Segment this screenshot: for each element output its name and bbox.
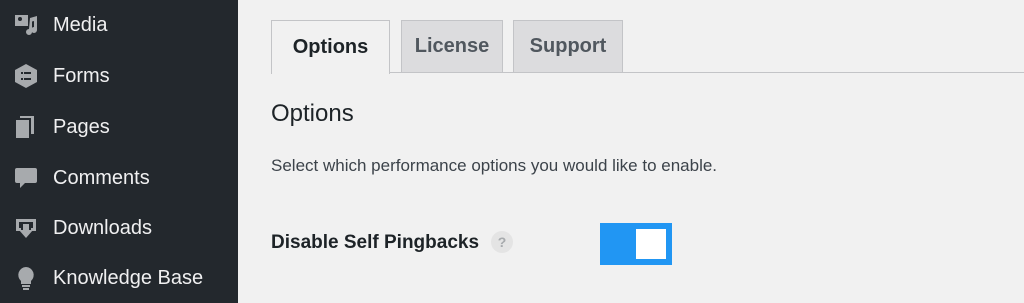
comments-icon [12,164,40,192]
help-icon[interactable]: ? [491,231,513,253]
sidebar-item-downloads[interactable]: Downloads [0,203,238,253]
downloads-icon [12,214,40,242]
sidebar-item-label: Comments [53,166,150,189]
sidebar-item-label: Pages [53,115,110,138]
sidebar-item-forms[interactable]: Forms [0,51,238,101]
section-title: Options [271,100,354,127]
tab-support[interactable]: Support [513,20,623,72]
pages-icon [12,113,40,141]
app-root: Media Forms Pages Comments Downloads Kno… [0,0,1024,303]
tab-license[interactable]: License [401,20,503,72]
option-label-disable-self-pingbacks: Disable Self Pingbacks [271,232,480,253]
sidebar-item-label: Forms [53,64,110,87]
toggle-knob [636,229,666,259]
disable-self-pingbacks-toggle[interactable] [600,223,672,265]
sidebar-item-knowledge-base[interactable]: Knowledge Base [0,253,238,303]
sidebar-item-label: Knowledge Base [53,266,204,289]
active-tab-gap [272,72,389,74]
admin-sidebar: Media Forms Pages Comments Downloads Kno… [0,0,238,303]
sidebar-item-label: Downloads [53,216,152,239]
sidebar-item-comments[interactable]: Comments [0,153,238,203]
options-description: Select which performance options you wou… [271,156,718,175]
lightbulb-icon [12,264,40,292]
forms-icon [12,62,40,90]
media-icon [12,11,40,39]
tab-options[interactable]: Options [271,20,390,74]
sidebar-item-pages[interactable]: Pages [0,102,238,152]
sidebar-item-media[interactable]: Media [0,0,238,50]
main-content: Options License Support Options Select w… [238,0,1024,303]
sidebar-item-label: Media [53,13,108,36]
